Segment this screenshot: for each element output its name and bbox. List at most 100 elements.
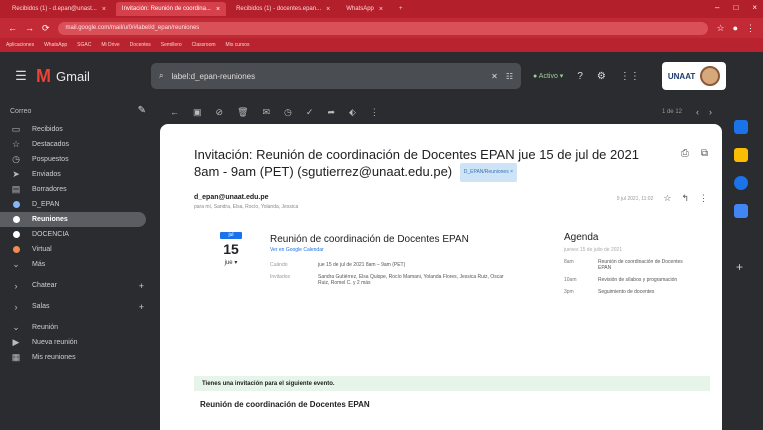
report-spam-icon[interactable]: ⊘ [216, 107, 224, 118]
status-indicator[interactable]: ● Activo ▾ [533, 72, 563, 80]
agenda-row[interactable]: 10am Revisión de sílabos y programación [564, 277, 704, 283]
new-tab-button[interactable]: + [393, 2, 409, 16]
prev-message-button[interactable]: ‹ [696, 107, 699, 117]
sidebar-item-reuniones[interactable]: Reuniones [0, 212, 146, 227]
avatar[interactable] [700, 66, 721, 86]
apps-grid-icon[interactable]: ⋮⋮ [620, 71, 640, 82]
sidebar-item-destacados[interactable]: ☆ Destacados [0, 137, 160, 152]
sidebar-item-borradores[interactable]: ▤ Borradores [0, 182, 160, 197]
recipients-line[interactable]: para mí, Sandra, Elsa, Rocío, Yolanda, J… [194, 204, 298, 210]
browser-tab-invitation[interactable]: Invitación: Reunión de coordina... × [115, 2, 227, 16]
sidebar-item-label: Más [32, 261, 46, 268]
search-bar[interactable]: ⌕ label:d_epan-reuniones ✕ ☷ [151, 63, 521, 89]
sidebar-section-spaces[interactable]: › Salas + [0, 299, 160, 314]
calendar-app-icon[interactable] [734, 120, 748, 134]
more-options-icon[interactable]: ⋮ [370, 107, 379, 118]
back-icon[interactable]: ← [8, 23, 17, 33]
account-switcher[interactable]: UNAAT [661, 62, 727, 90]
sidebar-item-my-meetings[interactable]: ▦ Mis reuniones [0, 350, 160, 365]
star-icon[interactable]: ☆ [663, 193, 671, 204]
label-chip[interactable]: D_EPAN/Reuniones × [459, 163, 518, 183]
message-toolbar: ← ▣ ⊘ 🗑 ✉ ◷ ✓ ➦ ⬖ ⋮ 1 de 12 ‹ › [160, 100, 722, 124]
view-in-calendar-link[interactable]: Ver en Google Calendar [270, 247, 324, 253]
keep-app-icon[interactable] [734, 148, 748, 162]
browser-tab-whatsapp[interactable]: WhatsApp × [340, 2, 389, 16]
sidebar-item-pospuestos[interactable]: ◷ Pospuestos [0, 152, 160, 167]
bookmark-item[interactable]: Classroom [192, 42, 216, 48]
browser-tab-inbox[interactable]: Recibidos (1) - d.epan@unast... × [6, 2, 112, 16]
next-message-button[interactable]: › [709, 107, 712, 117]
sidebar-item-d-epan[interactable]: D_EPAN [0, 197, 160, 212]
rsvp-dropdown[interactable]: jue ▾ [220, 259, 242, 266]
close-icon[interactable]: × [216, 6, 220, 13]
sidebar-item-docencia[interactable]: DOCENCIA [0, 227, 160, 242]
mail-section-header[interactable]: Correo ✎ [0, 100, 160, 122]
bookmark-item[interactable]: Mis cursos [226, 42, 250, 48]
close-icon[interactable]: × [379, 6, 383, 13]
sidebar-item-recibidos[interactable]: ▭ Recibidos [0, 122, 160, 137]
agenda-title: Agenda [564, 232, 599, 243]
close-window-icon[interactable]: × [752, 3, 757, 12]
gmail-logo[interactable]: M Gmail [36, 66, 151, 87]
compose-pencil-icon[interactable]: ✎ [138, 105, 146, 116]
section-label: Chatear [32, 282, 57, 289]
tab-label: Recibidos (1) - docentes.epan... [236, 6, 322, 12]
contacts-app-icon[interactable] [734, 204, 748, 218]
snooze-icon[interactable]: ◷ [284, 107, 292, 118]
back-to-list-icon[interactable]: ← [170, 107, 179, 117]
move-to-icon[interactable]: ➦ [327, 107, 335, 118]
close-icon[interactable]: × [326, 6, 330, 13]
url-field[interactable]: mail.google.com/mail/u/0/#label/d_epan/r… [57, 21, 709, 35]
bookmark-item[interactable]: Semillero [161, 42, 182, 48]
bookmark-star-icon[interactable]: ☆ [716, 23, 724, 34]
add-space-icon[interactable]: + [139, 302, 144, 312]
search-input[interactable]: label:d_epan-reuniones [171, 72, 483, 81]
url-text: mail.google.com/mail/u/0/#label/d_epan/r… [65, 25, 200, 31]
agenda-row[interactable]: 3pm Seguimiento de docentes [564, 289, 704, 295]
hamburger-menu-icon[interactable]: ☰ [6, 68, 36, 84]
label-icon[interactable]: ⬖ [349, 107, 356, 118]
sidebar-section-meet[interactable]: ⌄ Reunión [0, 320, 160, 335]
search-options-icon[interactable]: ☷ [506, 72, 513, 81]
bookmark-item[interactable]: Aplicaciones [6, 42, 34, 48]
sender-address[interactable]: d_epan@unaat.edu.pe [194, 194, 269, 201]
open-new-window-icon[interactable]: ⧉ [701, 148, 708, 159]
forward-icon[interactable]: → [25, 23, 34, 33]
browser-menu-icon[interactable]: ⋮ [746, 23, 755, 34]
browser-tab-docentes[interactable]: Recibidos (1) - docentes.epan... × [230, 2, 336, 16]
close-icon[interactable]: × [102, 6, 106, 13]
section-label: Reunión [32, 324, 59, 331]
sidebar-item-new-meeting[interactable]: ▶ Nueva reunión [0, 335, 160, 350]
add-task-icon[interactable]: ✓ [306, 107, 314, 118]
clear-search-icon[interactable]: ✕ [491, 72, 498, 81]
calendar-icon: ▦ [11, 352, 21, 362]
archive-icon[interactable]: ▣ [193, 107, 202, 118]
sidebar-item-mas[interactable]: ⌄ Más [0, 257, 160, 272]
tasks-app-icon[interactable] [734, 176, 748, 190]
help-icon[interactable]: ? [577, 71, 583, 82]
label-icon [10, 230, 22, 240]
agenda-row[interactable]: 8am Reunión de coordinación de Docentes … [564, 259, 704, 271]
profile-icon[interactable]: ● [733, 23, 738, 33]
bookmark-item[interactable]: WhatsApp [44, 42, 67, 48]
bookmark-item[interactable]: Mi Drive [101, 42, 119, 48]
sidebar-section-chat[interactable]: › Chatear + [0, 278, 160, 293]
bookmark-item[interactable]: Docentes [130, 42, 151, 48]
search-icon[interactable]: ⌕ [159, 71, 163, 81]
more-options-icon[interactable]: ⋮ [699, 193, 708, 204]
settings-gear-icon[interactable]: ⚙ [597, 71, 606, 82]
reply-icon[interactable]: ↰ [681, 193, 689, 204]
maximize-icon[interactable]: □ [733, 3, 738, 12]
add-chat-icon[interactable]: + [139, 281, 144, 291]
add-addon-icon[interactable]: + [736, 260, 743, 274]
sidebar-item-label: Reuniones [32, 216, 68, 223]
mark-unread-icon[interactable]: ✉ [263, 107, 271, 118]
print-icon[interactable]: ⎙ [681, 148, 689, 159]
sidebar-item-enviados[interactable]: ➤ Enviados [0, 167, 160, 182]
bookmark-item[interactable]: SGAC [77, 42, 91, 48]
sidebar-item-virtual[interactable]: Virtual [0, 242, 160, 257]
reload-icon[interactable]: ⟳ [42, 23, 50, 34]
window-controls: – □ × [715, 3, 757, 12]
delete-icon[interactable]: 🗑 [237, 107, 248, 118]
minimize-icon[interactable]: – [715, 3, 719, 12]
